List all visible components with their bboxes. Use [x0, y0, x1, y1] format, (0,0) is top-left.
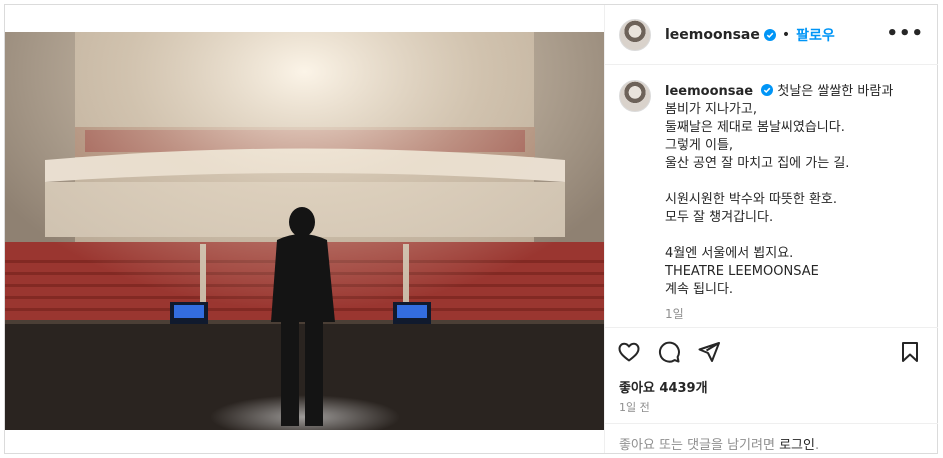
save-button[interactable]: [898, 340, 922, 364]
caption-avatar[interactable]: [619, 80, 651, 112]
post-date[interactable]: 1일 전: [619, 399, 650, 415]
heart-icon: [618, 342, 640, 361]
caption-content: 첫날은 쌀쌀한 바람과 봄비가 지나가고, 둘째날은 제대로 봄날씨였습니다. …: [665, 84, 894, 297]
login-link[interactable]: 로그인: [779, 438, 815, 453]
separator-dot: •: [781, 26, 791, 43]
action-bar: [605, 327, 938, 375]
comment-icon: [658, 341, 680, 363]
post-dialog: leemoonsae • 팔로우 ••• leemoonsae 첫날은 쌀쌀한 …: [4, 4, 938, 454]
post-media: [5, 5, 604, 453]
theatre-stage-photo: [5, 32, 604, 430]
login-prompt-suffix: .: [814, 438, 820, 453]
username-link[interactable]: leemoonsae: [665, 27, 760, 43]
share-button[interactable]: [697, 340, 721, 364]
follow-button[interactable]: 팔로우: [796, 25, 835, 45]
login-prompt-text: 좋아요 또는 댓글을 남기려면: [619, 438, 780, 453]
caption-verified-badge-icon: [761, 84, 774, 96]
post-header: leemoonsae • 팔로우 •••: [605, 5, 938, 65]
caption-text: leemoonsae 첫날은 쌀쌀한 바람과 봄비가 지나가고, 둘째날은 제대…: [665, 83, 924, 299]
login-prompt: 좋아요 또는 댓글을 남기려면 로그인.: [605, 423, 938, 453]
post-side-panel: leemoonsae • 팔로우 ••• leemoonsae 첫날은 쌀쌀한 …: [604, 5, 938, 453]
comment-button[interactable]: [657, 340, 681, 364]
post-photo[interactable]: [5, 32, 604, 430]
avatar[interactable]: [619, 18, 651, 51]
bookmark-icon: [902, 342, 918, 362]
likes-count[interactable]: 좋아요 4439개: [619, 377, 708, 396]
like-button[interactable]: [617, 340, 641, 364]
caption-body: leemoonsae 첫날은 쌀쌀한 바람과 봄비가 지나가고, 둘째날은 제대…: [665, 80, 924, 326]
caption-username-link[interactable]: leemoonsae: [665, 84, 753, 99]
paper-plane-icon: [698, 341, 720, 362]
verified-badge-icon: [763, 28, 776, 41]
caption: leemoonsae 첫날은 쌀쌀한 바람과 봄비가 지나가고, 둘째날은 제대…: [605, 66, 938, 326]
caption-timestamp: 1일: [665, 307, 684, 321]
more-options-button[interactable]: •••: [886, 25, 924, 43]
